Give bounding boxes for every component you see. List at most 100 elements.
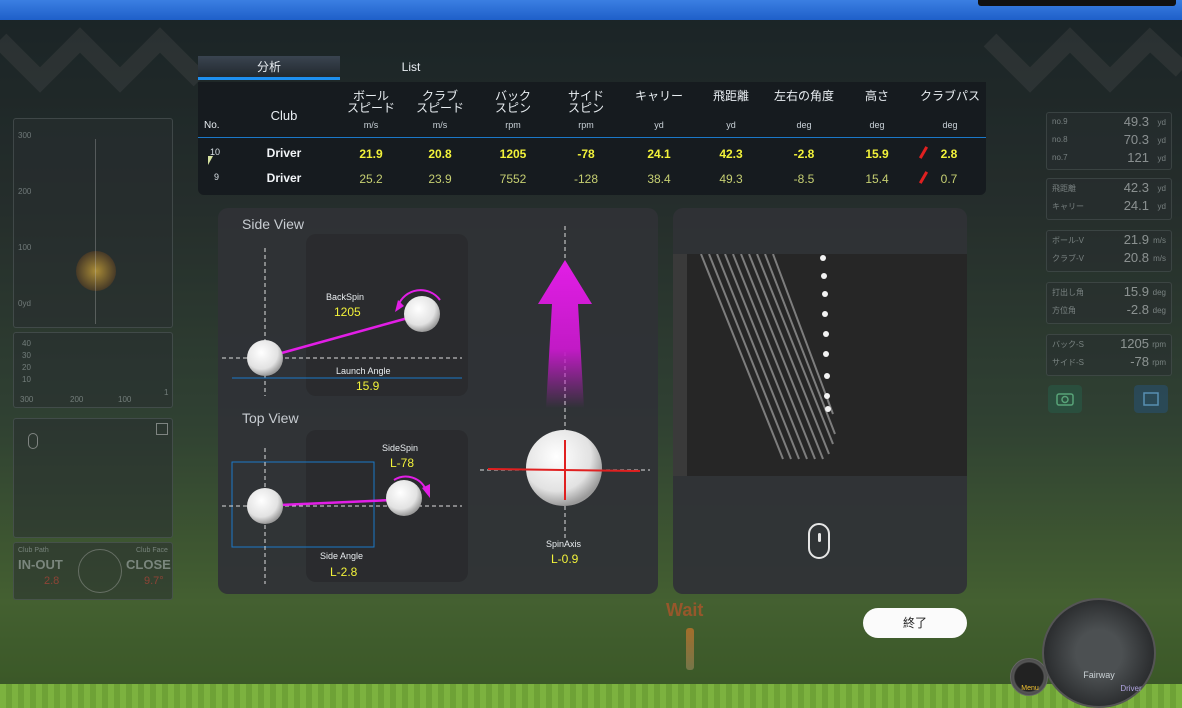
stat-key: 飛距離 <box>1052 184 1076 193</box>
spin-direction-arrow-icon <box>538 260 592 408</box>
stat-unit: yd <box>1157 184 1166 193</box>
stat-value: 24.1 <box>1123 198 1149 213</box>
tab-list[interactable]: List <box>340 56 482 80</box>
end-button[interactable]: 終了 <box>863 608 967 638</box>
stat-unit: rpm <box>1152 340 1166 349</box>
tee-icon <box>686 628 694 670</box>
right-stats-spin: バック-S 1205 rpm サイド-S -78 rpm <box>1046 334 1172 376</box>
row-club-speed: 23.9 <box>428 172 452 186</box>
stat-unit: m/s <box>1153 236 1166 245</box>
right-stats-distance: 飛距離 42.3 yd キャリー 24.1 yd <box>1046 178 1172 220</box>
row-height: 15.4 <box>865 172 889 186</box>
stat-row: 打出し角 15.9 deg <box>1047 283 1171 301</box>
stat-key: 方位角 <box>1052 306 1076 315</box>
path-arrow-icon <box>918 171 929 184</box>
unit-lr-angle: deg <box>796 120 812 130</box>
spin-axis-label: SpinAxis <box>546 539 582 549</box>
stat-unit: m/s <box>1153 254 1166 263</box>
launch-angle-label: Launch Angle <box>336 366 391 376</box>
stat-unit: deg <box>1152 306 1166 315</box>
row-club: Driver <box>266 146 302 160</box>
dial-sub-label: Driver <box>1120 684 1142 693</box>
header-distance: 飛距離 <box>712 89 749 103</box>
side-angle-value: L-2.8 <box>330 565 358 579</box>
stat-key: no.8 <box>1052 135 1068 144</box>
stat-key: サイド-S <box>1052 358 1084 367</box>
row-distance: 49.3 <box>719 172 743 186</box>
club-face-value: CLOSE <box>126 557 171 572</box>
analysis-panel: Side View BackSpin 1205 Launch Angle 15.… <box>218 208 658 594</box>
trajectory-panel: 300 200 100 0yd <box>13 118 173 328</box>
stat-row: no.7 121 yd <box>1047 149 1171 167</box>
stat-row: 飛距離 42.3 yd <box>1047 179 1171 197</box>
impact-camera-image[interactable] <box>673 254 967 476</box>
stat-row: ボール-V 21.9 m/s <box>1047 231 1171 249</box>
scale-300: 300 <box>18 131 32 140</box>
path-arrow-icon <box>918 146 929 159</box>
club-path-panel: Club Path IN-OUT 2.8 Club Face CLOSE 9.7… <box>13 542 173 600</box>
axis-300: 300 <box>20 395 34 404</box>
results-table: No. Club ボール スピード m/s クラブ スピード m/s バック ス… <box>198 82 986 195</box>
stat-row: no.9 49.3 yd <box>1047 113 1171 131</box>
stat-key: ボール-V <box>1052 236 1084 245</box>
window-box <box>978 0 1176 6</box>
grass <box>0 684 1182 708</box>
center-line <box>95 139 96 324</box>
row-side-spin: -128 <box>573 172 599 186</box>
mouse-wheel <box>818 533 821 542</box>
tab-analysis[interactable]: 分析 <box>198 56 340 80</box>
stat-key: no.7 <box>1052 153 1068 162</box>
stat-key: no.9 <box>1052 117 1068 126</box>
golf-ball-side-start <box>247 340 283 376</box>
mini-camera-panel <box>13 418 173 538</box>
hscale-40: 40 <box>22 339 31 348</box>
backspin-label: BackSpin <box>326 292 365 302</box>
row-lr-angle: -8.5 <box>793 172 815 186</box>
hscale-20: 20 <box>22 363 31 372</box>
side-view-title: Side View <box>242 216 305 232</box>
backspin-value: 1205 <box>334 305 361 319</box>
mouse-icon[interactable] <box>808 523 830 559</box>
row-side-spin: -78 <box>577 147 595 161</box>
stat-value: -78 <box>1130 354 1149 369</box>
impact-camera-panel <box>673 208 967 594</box>
stat-unit: rpm <box>1152 358 1166 367</box>
header-ball-speed: ボール スピード <box>346 89 395 115</box>
row-distance: 42.3 <box>719 147 743 161</box>
club-selector-dial[interactable]: Fairway Driver <box>1042 598 1156 708</box>
header-carry: キャリー <box>634 89 683 103</box>
stat-row: 方位角 -2.8 deg <box>1047 301 1171 319</box>
row-no: 9 <box>214 172 220 182</box>
header-back-spin: バック スピン <box>494 89 531 115</box>
header-divider <box>198 137 986 138</box>
unit-back-spin: rpm <box>505 120 521 130</box>
row-ball-speed: 21.9 <box>359 147 383 161</box>
top-view-title: Top View <box>242 410 299 426</box>
stat-key: キャリー <box>1052 202 1084 211</box>
launch-angle-value: 15.9 <box>356 379 380 393</box>
spin-axis-value: L-0.9 <box>551 552 579 566</box>
stat-unit: yd <box>1157 136 1166 145</box>
stat-value: 21.9 <box>1123 232 1149 247</box>
club-path-label: Club Path <box>18 547 49 554</box>
row-height: 15.9 <box>865 147 889 161</box>
unit-side-spin: rpm <box>578 120 594 130</box>
expand-icon[interactable] <box>156 423 168 435</box>
header-lr-angle: 左右の角度 <box>773 89 834 103</box>
stat-value: 49.3 <box>1123 114 1149 129</box>
axis-1: 1 <box>164 388 169 397</box>
sidespin-value: L-78 <box>390 456 415 470</box>
scale-200: 200 <box>18 187 32 196</box>
header-club-path: クラブパス <box>919 89 980 103</box>
stat-unit: yd <box>1157 118 1166 127</box>
right-stats-angle: 打出し角 15.9 deg 方位角 -2.8 deg <box>1046 282 1172 324</box>
stat-key: 打出し角 <box>1052 288 1084 297</box>
row-back-spin: 7552 <box>499 172 527 186</box>
replay-icon[interactable] <box>1134 385 1168 413</box>
axis-100: 100 <box>118 395 132 404</box>
camera-icon[interactable] <box>1048 385 1082 413</box>
right-stats-clubs: no.9 49.3 yd no.8 70.3 yd no.7 121 yd <box>1046 112 1172 170</box>
scale-0: 0yd <box>18 299 31 308</box>
row-back-spin: 1205 <box>499 147 527 161</box>
hscale-30: 30 <box>22 351 31 360</box>
